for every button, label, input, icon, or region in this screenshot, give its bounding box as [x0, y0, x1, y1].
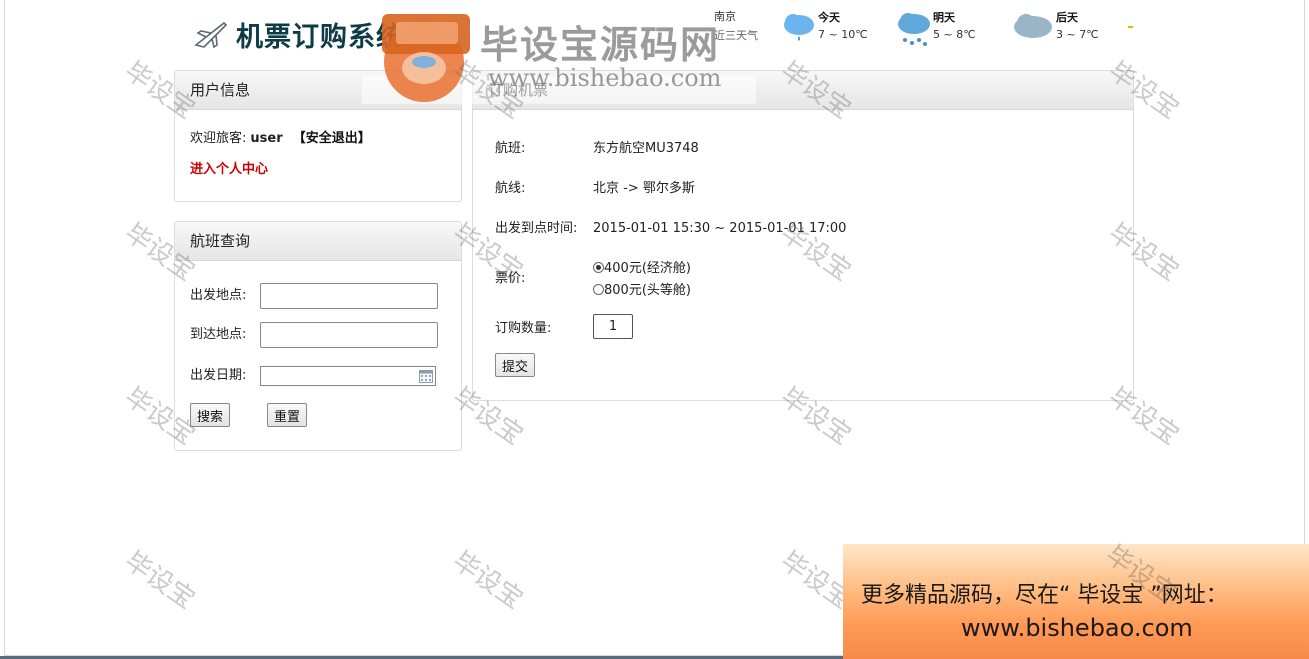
weather-day-tomorrow: 明天 5 ~ 8℃ [895, 8, 1005, 48]
ad-line-2: www.bishebao.com [961, 614, 1193, 642]
to-input[interactable] [260, 322, 438, 348]
price-option-label: 400元(经济舱) [604, 261, 691, 276]
qty-label: 订购数量: [495, 321, 552, 336]
radio-unselected[interactable] [593, 284, 604, 295]
welcome-prefix: 欢迎旅客: [190, 131, 247, 146]
personal-center-link[interactable]: 进入个人中心 [190, 158, 268, 177]
radio-selected[interactable] [593, 262, 604, 273]
route-value: 北京 -> 鄂尔多斯 [593, 181, 695, 196]
time-label: 出发到点时间: [495, 221, 578, 236]
weather-day-after: 后天 3 ~ 7℃ [1010, 8, 1120, 48]
quantity-input[interactable]: 1 [593, 314, 633, 339]
route-label: 航线: [495, 181, 526, 196]
to-label: 到达地点: [190, 327, 247, 342]
flight-search-panel: 航班查询 出发地点: 到达地点: 出发日期: 搜索 重置 [174, 221, 462, 451]
reset-button[interactable]: 重置 [267, 403, 308, 427]
weather-day-today: 今天 7 ~ 10℃ [780, 8, 890, 48]
weather-subtitle: 近三天气 [714, 29, 758, 42]
date-label: 出发日期: [190, 368, 247, 383]
from-input[interactable] [260, 283, 438, 309]
date-row: 出发日期: [190, 363, 436, 389]
from-row: 出发地点: [190, 283, 438, 309]
flight-value: 东方航空MU3748 [593, 141, 699, 156]
rain-cloud-icon [784, 14, 814, 41]
calendar-icon[interactable] [419, 369, 433, 383]
route-row: 航线: 北京 -> 鄂尔多斯 [495, 177, 695, 196]
welcome-line: 欢迎旅客: user 【安全退出】 [190, 127, 371, 146]
logo-watermark-url: www.bishebao.com [488, 64, 722, 92]
flight-row: 航班: 东方航空MU3748 [495, 137, 699, 156]
cloud-icon [1014, 14, 1052, 38]
submit-button[interactable]: 提交 [495, 353, 536, 377]
price-option-label: 800元(头等舱) [604, 283, 691, 298]
logo-watermark-text: 毕设宝源码网 [480, 23, 721, 67]
username: user [250, 131, 283, 146]
weather-day-label: 明天 [933, 11, 955, 24]
weather-day-temp: 7 ~ 10℃ [818, 28, 868, 41]
weather-day-label: 今天 [818, 11, 840, 24]
flight-label: 航班: [495, 141, 526, 156]
price-option-economy[interactable]: 400元(经济舱) [593, 257, 691, 276]
brand: 机票订购系统 [194, 14, 404, 54]
weather-widget: 南京 近三天气 今天 7 ~ 10℃ 明天 5 ~ 8℃ 后天 3 ~ 7℃ [700, 6, 1140, 50]
weather-indicator [1128, 26, 1133, 28]
weather-day-temp: 3 ~ 7℃ [1056, 28, 1099, 41]
price-option-first[interactable]: 800元(头等舱) [593, 279, 691, 298]
date-input[interactable] [260, 366, 436, 386]
to-row: 到达地点: [190, 322, 438, 348]
from-label: 出发地点: [190, 288, 247, 303]
logout-link[interactable]: 【安全退出】 [293, 131, 371, 146]
airplane-icon [194, 21, 228, 49]
panel-title: 航班查询 [175, 222, 461, 261]
ad-banner[interactable]: 更多精品源码，尽在“ 毕设宝 ”网址： www.bishebao.com 毕设宝 [843, 540, 1309, 659]
weather-day-temp: 5 ~ 8℃ [933, 28, 976, 41]
weather-day-label: 后天 [1056, 11, 1078, 24]
heavy-rain-cloud-icon [898, 13, 930, 46]
